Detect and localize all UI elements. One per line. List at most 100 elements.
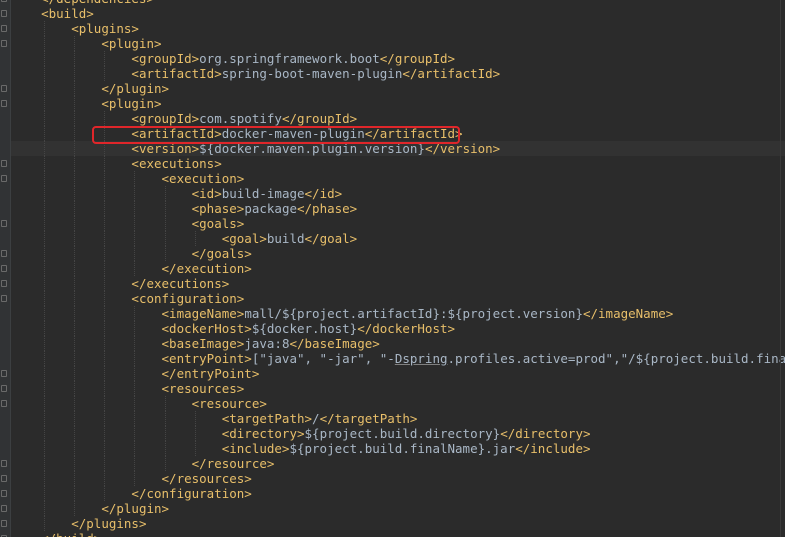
indent-guide (44, 261, 46, 276)
code-editor[interactable]: </dependencies> <build> <plugins> <plugi… (0, 0, 785, 537)
indent-guide (74, 261, 76, 276)
code-line[interactable]: <execution> (1, 171, 785, 186)
code-line[interactable]: <targetPath>/</targetPath> (11, 411, 785, 426)
code-line[interactable]: </execution> (1, 261, 785, 276)
fold-icon[interactable] (1, 370, 7, 377)
fold-icon[interactable] (1, 520, 7, 527)
indent-guide (134, 186, 136, 201)
fold-icon[interactable] (1, 250, 7, 257)
code-line[interactable]: <configuration> (1, 291, 785, 306)
fold-icon[interactable] (1, 160, 7, 167)
fold-icon[interactable] (1, 265, 7, 272)
indent-guide (104, 231, 106, 246)
code-line[interactable]: <dockerHost>${docker.host}</dockerHost> (11, 321, 785, 336)
code-line[interactable]: </resource> (1, 456, 785, 471)
fold-icon[interactable] (1, 460, 7, 467)
code-line[interactable]: <baseImage>java:8</baseImage> (11, 336, 785, 351)
indent-guide (134, 351, 136, 366)
annotation-highlight-box (92, 126, 460, 144)
xml-tag: <id> (191, 186, 222, 201)
xml-tag: <dockerHost> (161, 321, 252, 336)
fold-icon[interactable] (1, 25, 7, 32)
indent-guide (44, 471, 46, 486)
code-line[interactable]: <goal>build</goal> (11, 231, 785, 246)
indent-guide (74, 486, 76, 501)
indent-guide (164, 441, 166, 456)
xml-text: ${project.build.finalName}.jar (289, 441, 516, 456)
code-line[interactable]: </build> (1, 531, 785, 537)
code-line[interactable]: <phase>package</phase> (11, 201, 785, 216)
code-line[interactable]: <build> (1, 6, 785, 21)
code-line[interactable]: <resource> (1, 396, 785, 411)
indent-guide (44, 381, 46, 396)
xml-tag: <include> (221, 441, 290, 456)
xml-text: com.spotify (199, 111, 282, 126)
indent-guide (74, 426, 76, 441)
fold-icon[interactable] (1, 100, 7, 107)
xml-tag: <targetPath> (221, 411, 313, 426)
xml-tag: <configuration> (131, 291, 245, 306)
fold-icon[interactable] (1, 385, 7, 392)
fold-icon[interactable] (1, 220, 7, 227)
fold-icon[interactable] (1, 475, 7, 482)
fold-icon[interactable] (1, 505, 7, 512)
indent-guide (194, 426, 196, 441)
code-line[interactable]: <id>build-image</id> (11, 186, 785, 201)
xml-tag: </id> (304, 186, 343, 201)
code-line[interactable]: <directory>${project.build.directory}</d… (11, 426, 785, 441)
code-line[interactable]: </entryPoint> (1, 366, 785, 381)
indent-guide (74, 141, 76, 156)
xml-tag: </entryPoint> (161, 366, 260, 381)
code-line[interactable]: </plugin> (1, 81, 785, 96)
indent-guide (104, 366, 106, 381)
code-line[interactable]: <plugin> (1, 36, 785, 51)
indent-guide (134, 456, 136, 471)
indent-guide (134, 381, 136, 396)
code-line[interactable]: <resources> (1, 381, 785, 396)
code-line[interactable]: </executions> (1, 276, 785, 291)
xml-tag: </resource> (191, 456, 275, 471)
code-line[interactable]: <executions> (1, 156, 785, 171)
code-area[interactable]: </dependencies> <build> <plugins> <plugi… (1, 0, 785, 537)
fold-icon[interactable] (1, 175, 7, 182)
indent-guide (74, 201, 76, 216)
indent-guide (104, 486, 106, 501)
indent-guide (44, 231, 46, 246)
fold-icon[interactable] (1, 0, 7, 2)
code-line[interactable]: <include>${project.build.finalName}.jar<… (11, 441, 785, 456)
code-line[interactable]: </goals> (1, 246, 785, 261)
indent-guide (104, 111, 106, 126)
code-line[interactable]: <imageName>mall/${project.artifactId}:${… (11, 306, 785, 321)
xml-tag: <baseImage> (161, 336, 245, 351)
code-line[interactable]: </resources> (1, 471, 785, 486)
indent-guide (44, 291, 46, 306)
fold-icon[interactable] (1, 280, 7, 287)
fold-icon[interactable] (1, 400, 7, 407)
code-line[interactable]: <plugins> (1, 21, 785, 36)
xml-text: package (244, 201, 297, 216)
code-line[interactable]: <plugin> (1, 96, 785, 111)
code-line[interactable]: <artifactId>spring-boot-maven-plugin</ar… (11, 66, 785, 81)
indent-guide (74, 126, 76, 141)
code-line[interactable]: <groupId>org.springframework.boot</group… (11, 51, 785, 66)
indent-guide (74, 36, 76, 51)
fold-icon[interactable] (1, 10, 7, 17)
indent-guide (44, 276, 46, 291)
fold-icon[interactable] (1, 40, 7, 47)
fold-icon[interactable] (1, 85, 7, 92)
code-line[interactable]: <goals> (1, 216, 785, 231)
code-line[interactable]: <groupId>com.spotify</groupId> (11, 111, 785, 126)
code-line[interactable]: <entryPoint>["java", "-jar", "-Dspring.p… (11, 351, 785, 366)
fold-icon[interactable] (1, 295, 7, 302)
code-line[interactable]: </plugin> (1, 501, 785, 516)
fold-icon[interactable] (1, 490, 7, 497)
code-line[interactable]: </plugins> (1, 516, 785, 531)
code-line[interactable]: </configuration> (1, 486, 785, 501)
indent-guide (194, 441, 196, 456)
xml-tag: <execution> (161, 171, 245, 186)
